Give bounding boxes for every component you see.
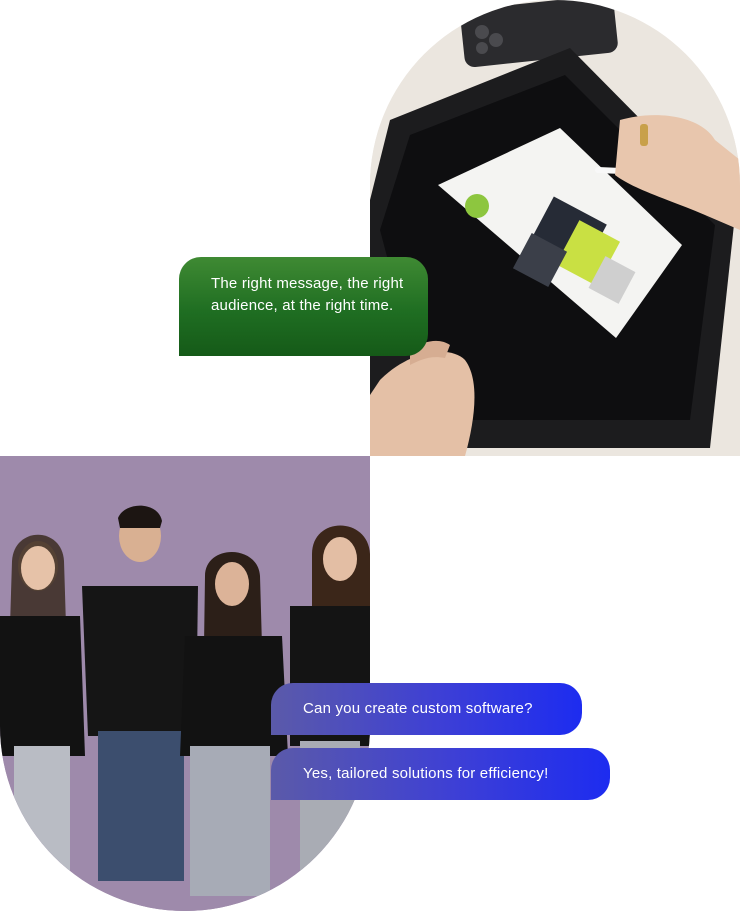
tablet-photo — [370, 0, 740, 456]
answer-text: Yes, tailored solutions for efficiency! — [303, 765, 549, 782]
tagline-bubble: The right message, the right audience, a… — [179, 257, 428, 356]
tagline-text: The right message, the right audience, a… — [211, 275, 404, 314]
question-text: Can you create custom software? — [303, 700, 533, 717]
question-bubble: Can you create custom software? — [271, 683, 582, 735]
answer-bubble: Yes, tailored solutions for efficiency! — [271, 748, 610, 800]
